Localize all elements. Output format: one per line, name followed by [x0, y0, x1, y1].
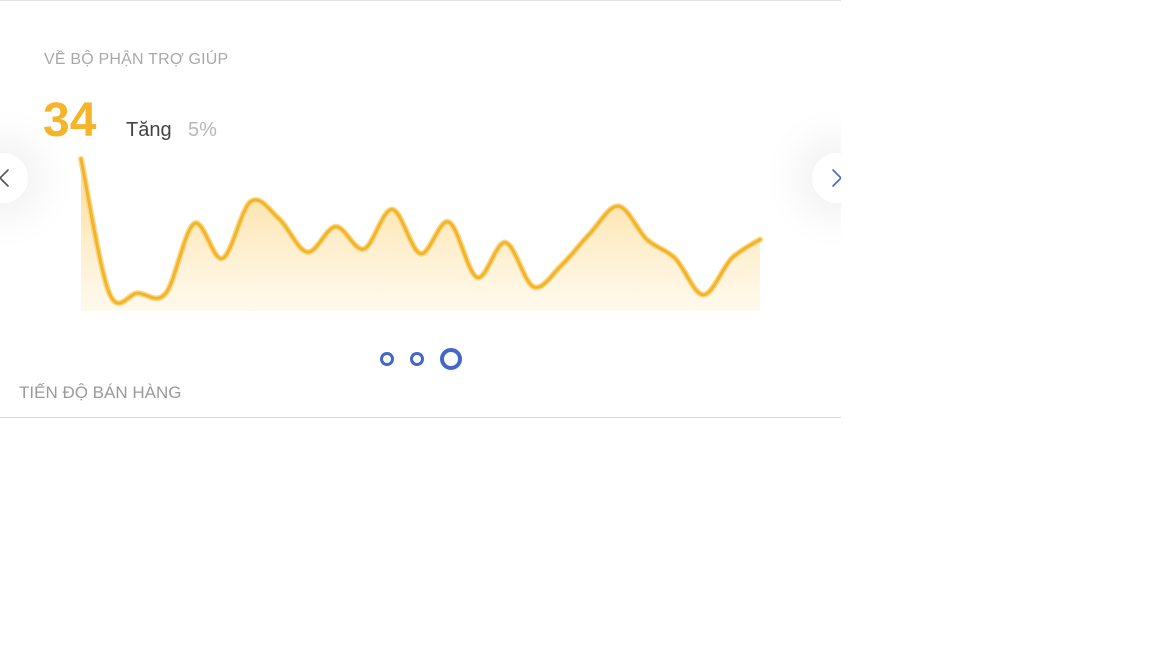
carousel-dot-3[interactable]: [440, 348, 462, 370]
chevron-left-icon: [0, 169, 9, 187]
carousel-next-button[interactable]: [812, 153, 841, 203]
carousel-indicators: [380, 347, 462, 371]
chevron-right-icon: [832, 169, 841, 187]
carousel-prev-button[interactable]: [0, 153, 28, 203]
next-section-title: TIẾN ĐỘ BÁN HÀNG: [19, 383, 182, 402]
carousel-dot-2[interactable]: [410, 352, 424, 366]
carousel-dot-1[interactable]: [380, 352, 394, 366]
chart-area-fill: [81, 158, 760, 311]
carousel-card: VỀ BỘ PHẬN TRỢ GIÚP 34 Tăng 5% TIẾN ĐỘ B…: [0, 0, 841, 418]
